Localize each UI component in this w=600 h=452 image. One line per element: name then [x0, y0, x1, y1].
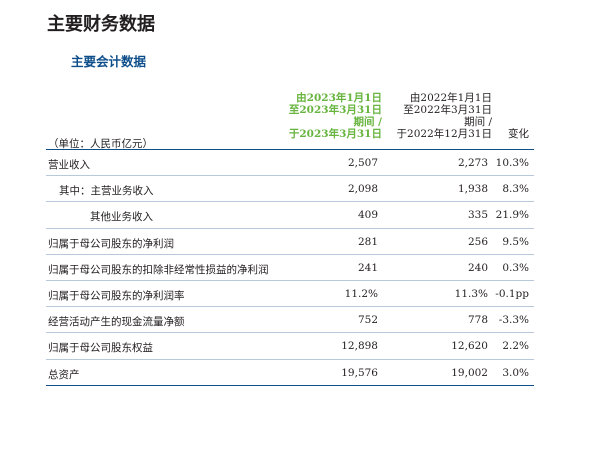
prior-value: 240 — [467, 261, 488, 274]
table-row: 归属于母公司股东权益 12,898 12,620 2.2% — [46, 333, 534, 360]
row-label: 归属于母公司股东权益 — [48, 342, 153, 355]
current-value: 409 — [357, 209, 378, 222]
current-value: 11.2% — [344, 287, 378, 300]
change-value: 8.3% — [502, 183, 529, 196]
row-label: 归属于母公司股东的净利润 — [48, 237, 174, 250]
current-value: 281 — [357, 235, 378, 248]
change-value: 21.9% — [495, 209, 529, 222]
current-value: 2,507 — [347, 157, 378, 169]
current-value: 19,576 — [341, 366, 378, 379]
current-value: 2,098 — [347, 183, 378, 196]
prior-value: 19,002 — [451, 366, 488, 379]
current-value: 241 — [357, 261, 378, 274]
table-row: 归属于母公司股东的净利润率 11.2% 11.3% -0.1pp — [46, 281, 534, 308]
row-label: 其中：主营业务收入 — [59, 185, 154, 198]
prior-value: 11.3% — [454, 287, 488, 300]
current-period-line: 至2023年3月31日 — [288, 104, 382, 116]
section-title: 主要会计数据 — [71, 54, 147, 69]
table-row: 营业收入 2,507 2,273 10.3% — [46, 150, 534, 177]
table-row: 归属于母公司股东的净利润 281 256 9.5% — [46, 229, 534, 255]
current-period-header: 由2023年1月1日 至2023年3月31日 期间 / 于2023年3月31日 — [289, 92, 382, 140]
change-value: 2.2% — [502, 340, 529, 353]
prior-value: 256 — [467, 235, 488, 248]
financial-table: 营业收入 2,507 2,273 10.3% 其中：主营业务收入 2,098 1… — [46, 150, 534, 386]
prior-period-line: 至2022年3月31日 — [403, 104, 492, 116]
row-label: 其他业务收入 — [90, 211, 153, 224]
prior-value: 12,620 — [451, 340, 488, 353]
row-label: 营业收入 — [48, 159, 90, 171]
current-period-line: 由2023年1月1日 — [296, 92, 382, 104]
table-row: 归属于母公司股东的扣除非经常性损益的净利润 241 240 0.3% — [46, 255, 534, 281]
table-row: 其他业务收入 409 335 21.9% — [46, 202, 534, 229]
prior-period-line: 由2022年1月1日 — [409, 92, 492, 104]
change-value: 10.3% — [495, 157, 529, 169]
change-header: 变化 — [508, 128, 529, 140]
change-value: -0.1pp — [495, 287, 529, 300]
change-value: 3.0% — [502, 366, 529, 379]
row-label: 归属于母公司股东的净利润率 — [48, 289, 185, 302]
current-value: 752 — [357, 314, 378, 327]
prior-period-line: 于2022年12月31日 — [396, 128, 492, 140]
page-title: 主要财务数据 — [47, 14, 155, 35]
table-row: 总资产 19,576 19,002 3.0% — [46, 360, 534, 386]
row-label: 归属于母公司股东的扣除非经常性损益的净利润 — [48, 263, 269, 276]
prior-period-line: 期间 / — [464, 116, 492, 128]
prior-value: 335 — [467, 209, 488, 222]
prior-value: 2,273 — [457, 157, 488, 169]
row-label: 总资产 — [48, 368, 80, 381]
prior-period-header: 由2022年1月1日 至2022年3月31日 期间 / 于2022年12月31日 — [397, 92, 492, 140]
table-row: 经营活动产生的现金流量净额 752 778 -3.3% — [46, 307, 534, 334]
prior-value: 778 — [467, 314, 488, 327]
current-period-line: 期间 / — [353, 116, 383, 128]
prior-value: 1,938 — [457, 183, 488, 196]
table-row: 其中：主营业务收入 2,098 1,938 8.3% — [46, 176, 534, 203]
change-value: 9.5% — [502, 235, 529, 248]
current-period-line: 于2023年3月31日 — [288, 128, 382, 140]
current-value: 12,898 — [341, 340, 378, 353]
row-label: 经营活动产生的现金流量净额 — [48, 316, 185, 329]
change-value: 0.3% — [502, 261, 529, 274]
change-value: -3.3% — [498, 314, 529, 327]
